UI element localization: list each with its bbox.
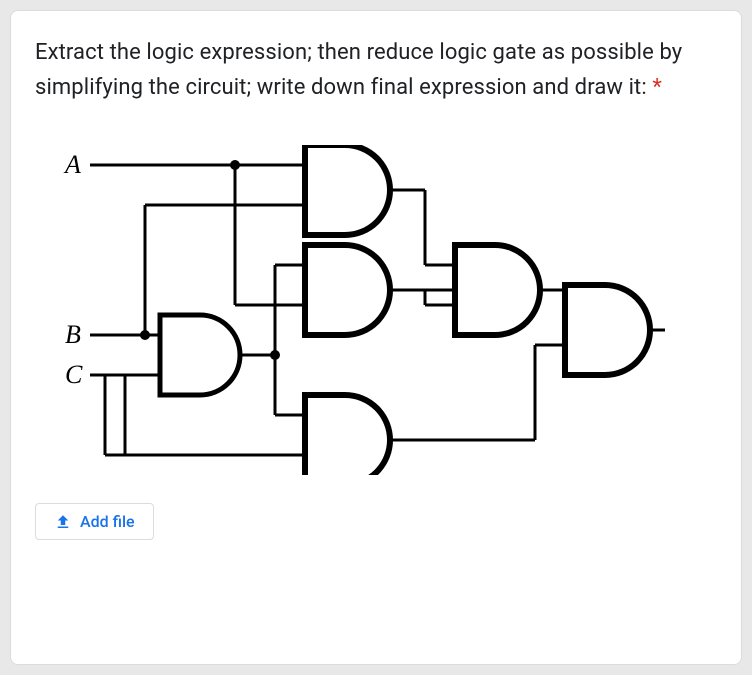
required-asterisk: * <box>652 75 662 100</box>
input-label-b: B <box>65 320 81 349</box>
and-gate-1 <box>160 315 240 395</box>
circuit-diagram: A B C <box>35 145 717 479</box>
input-label-a: A <box>63 150 81 179</box>
add-file-button[interactable]: Add file <box>35 503 154 540</box>
question-body: Extract the logic expression; then reduc… <box>35 40 682 100</box>
question-card: Extract the logic expression; then reduc… <box>10 10 742 665</box>
and-gate-2 <box>305 145 390 235</box>
question-text: Extract the logic expression; then reduc… <box>35 35 717 105</box>
and-gate-4 <box>305 395 390 475</box>
input-label-c: C <box>65 360 83 389</box>
upload-icon <box>54 513 72 531</box>
and-gate-5 <box>455 245 540 335</box>
and-gate-3 <box>305 245 390 335</box>
logic-circuit-svg: A B C <box>45 145 665 475</box>
add-file-label: Add file <box>80 512 135 531</box>
and-gate-6 <box>565 285 650 375</box>
